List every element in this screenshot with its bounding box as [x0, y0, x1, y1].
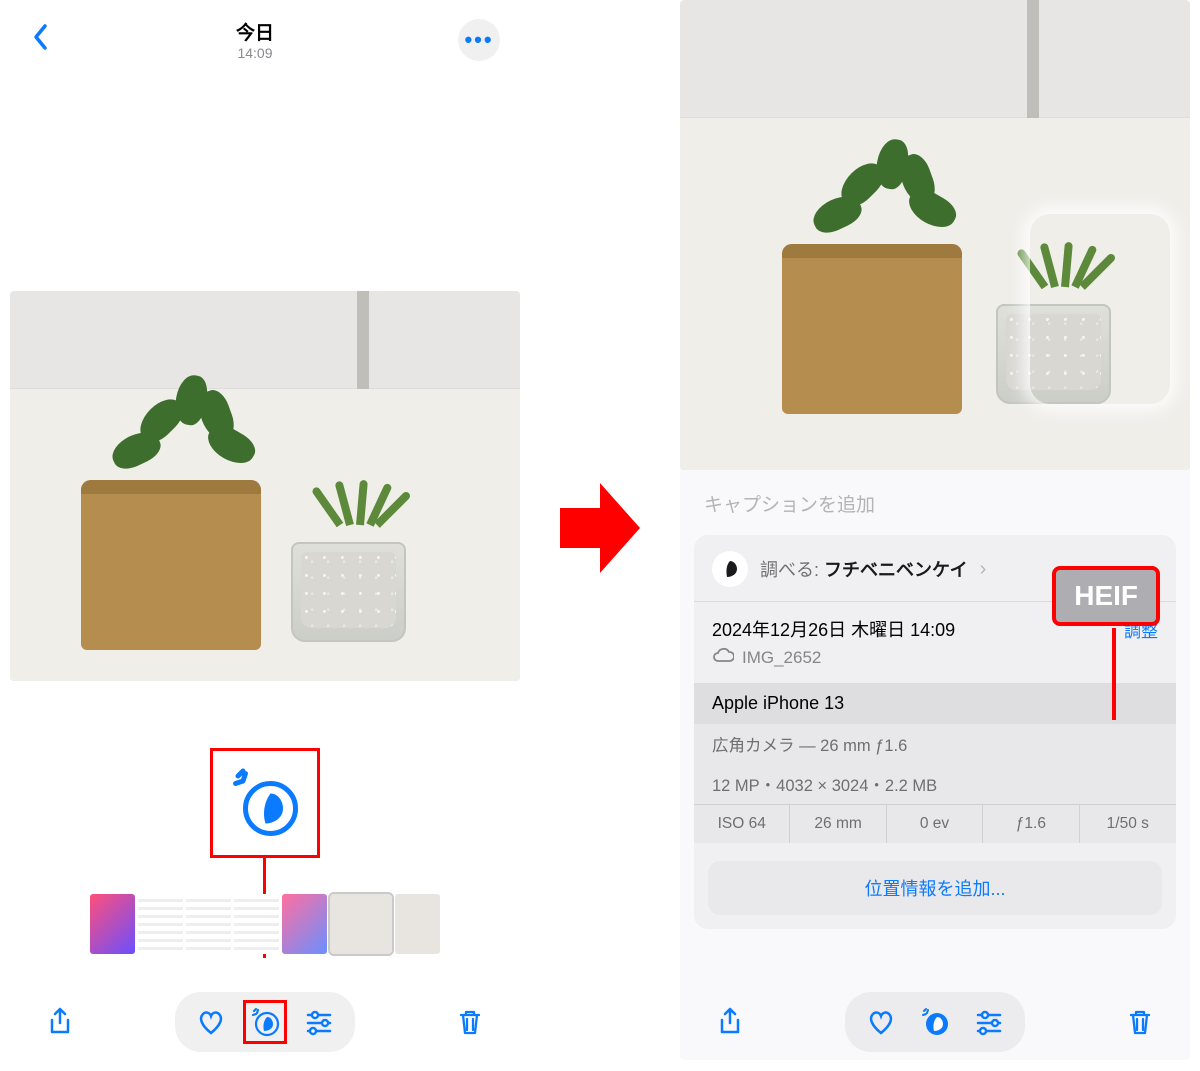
favorite-button[interactable] — [859, 1000, 903, 1044]
phone-right: キャプションを追加 調べる: フチベニベンケイ › 2024年12月26日 木曜… — [680, 0, 1190, 1060]
lookup-prefix: 調べる: — [760, 560, 824, 580]
bottom-toolbar — [10, 992, 520, 1052]
ellipsis-icon: ••• — [464, 27, 493, 53]
sliders-icon — [303, 1006, 335, 1038]
iso-value: ISO 64 — [694, 805, 790, 843]
header: 今日 14:09 ••• — [10, 0, 520, 71]
phone-left: 今日 14:09 ••• — [10, 0, 520, 1060]
visual-lookup-leaf-icon — [249, 1006, 281, 1038]
heif-callout-large: HEIF — [1052, 566, 1160, 626]
caption-input[interactable]: キャプションを追加 — [680, 470, 1190, 535]
file-row: IMG_2652 — [712, 646, 1158, 683]
thumbnail[interactable] — [90, 894, 135, 954]
arrow-annotation — [560, 483, 640, 578]
title-area: 今日 14:09 — [52, 18, 458, 61]
photo-content — [680, 0, 1190, 470]
share-button[interactable] — [708, 1000, 752, 1044]
back-button[interactable] — [30, 22, 52, 57]
share-icon — [44, 1006, 76, 1038]
title-today: 今日 — [52, 18, 458, 45]
heart-icon — [195, 1006, 227, 1038]
leaf-badge — [712, 551, 748, 587]
adjust-button[interactable] — [297, 1000, 341, 1044]
icloud-icon — [712, 646, 734, 669]
thumbnail-strip[interactable] — [10, 894, 520, 954]
focal-value: 26 mm — [790, 805, 886, 843]
trash-icon — [1124, 1006, 1156, 1038]
visual-lookup-callout — [210, 748, 320, 858]
shutter-value: 1/50 s — [1080, 805, 1176, 843]
leaf-icon — [719, 558, 741, 580]
adjust-button[interactable] — [967, 1000, 1011, 1044]
delete-button[interactable] — [1118, 1000, 1162, 1044]
title-time: 14:09 — [52, 45, 458, 61]
share-icon — [714, 1006, 746, 1038]
toolbar-center-group — [845, 992, 1025, 1052]
filename: IMG_2652 — [742, 648, 821, 668]
delete-button[interactable] — [448, 1000, 492, 1044]
visual-lookup-button[interactable] — [913, 1000, 957, 1044]
visual-lookup-leaf-icon — [919, 1006, 951, 1038]
photo-detail-view[interactable] — [680, 0, 1190, 470]
toolbar-center-group — [175, 992, 355, 1052]
photo-content — [10, 291, 520, 681]
thumbnail[interactable] — [186, 894, 231, 954]
metadata-table: Apple iPhone 13 HEIF 広角カメラ — 26 mm ƒ1.6 … — [694, 683, 1176, 843]
thumbnail[interactable] — [234, 894, 279, 954]
bottom-toolbar — [680, 992, 1190, 1052]
annotation-line — [1112, 628, 1116, 720]
visual-lookup-leaf-icon — [228, 766, 303, 841]
thumbnail[interactable] — [138, 894, 183, 954]
sliders-icon — [973, 1006, 1005, 1038]
device-name: Apple iPhone 13 — [712, 693, 844, 714]
thumbnail-current[interactable] — [330, 894, 392, 954]
chevron-right-icon: › — [980, 558, 987, 581]
image-stats: 12 MP・4032 × 3024・2.2 MB — [694, 764, 1176, 804]
share-button[interactable] — [38, 1000, 82, 1044]
photo-viewer[interactable] — [10, 291, 520, 681]
lookup-result: フチベニベンケイ — [824, 560, 968, 580]
thumbnail[interactable] — [395, 894, 440, 954]
chevron-left-icon — [30, 22, 52, 52]
ev-value: 0 ev — [887, 805, 983, 843]
heart-icon — [865, 1006, 897, 1038]
lens-info: 広角カメラ — 26 mm ƒ1.6 — [694, 724, 1176, 764]
lookup-text: 調べる: フチベニベンケイ — [760, 556, 968, 582]
photo-date: 2024年12月26日 木曜日 14:09 — [712, 616, 955, 642]
aperture-value: ƒ1.6 — [983, 805, 1079, 843]
thumbnail[interactable] — [282, 894, 327, 954]
favorite-button[interactable] — [189, 1000, 233, 1044]
more-button[interactable]: ••• — [458, 19, 500, 61]
add-location-button[interactable]: 位置情報を追加... — [708, 861, 1162, 915]
trash-icon — [454, 1006, 486, 1038]
visual-lookup-button[interactable] — [243, 1000, 287, 1044]
